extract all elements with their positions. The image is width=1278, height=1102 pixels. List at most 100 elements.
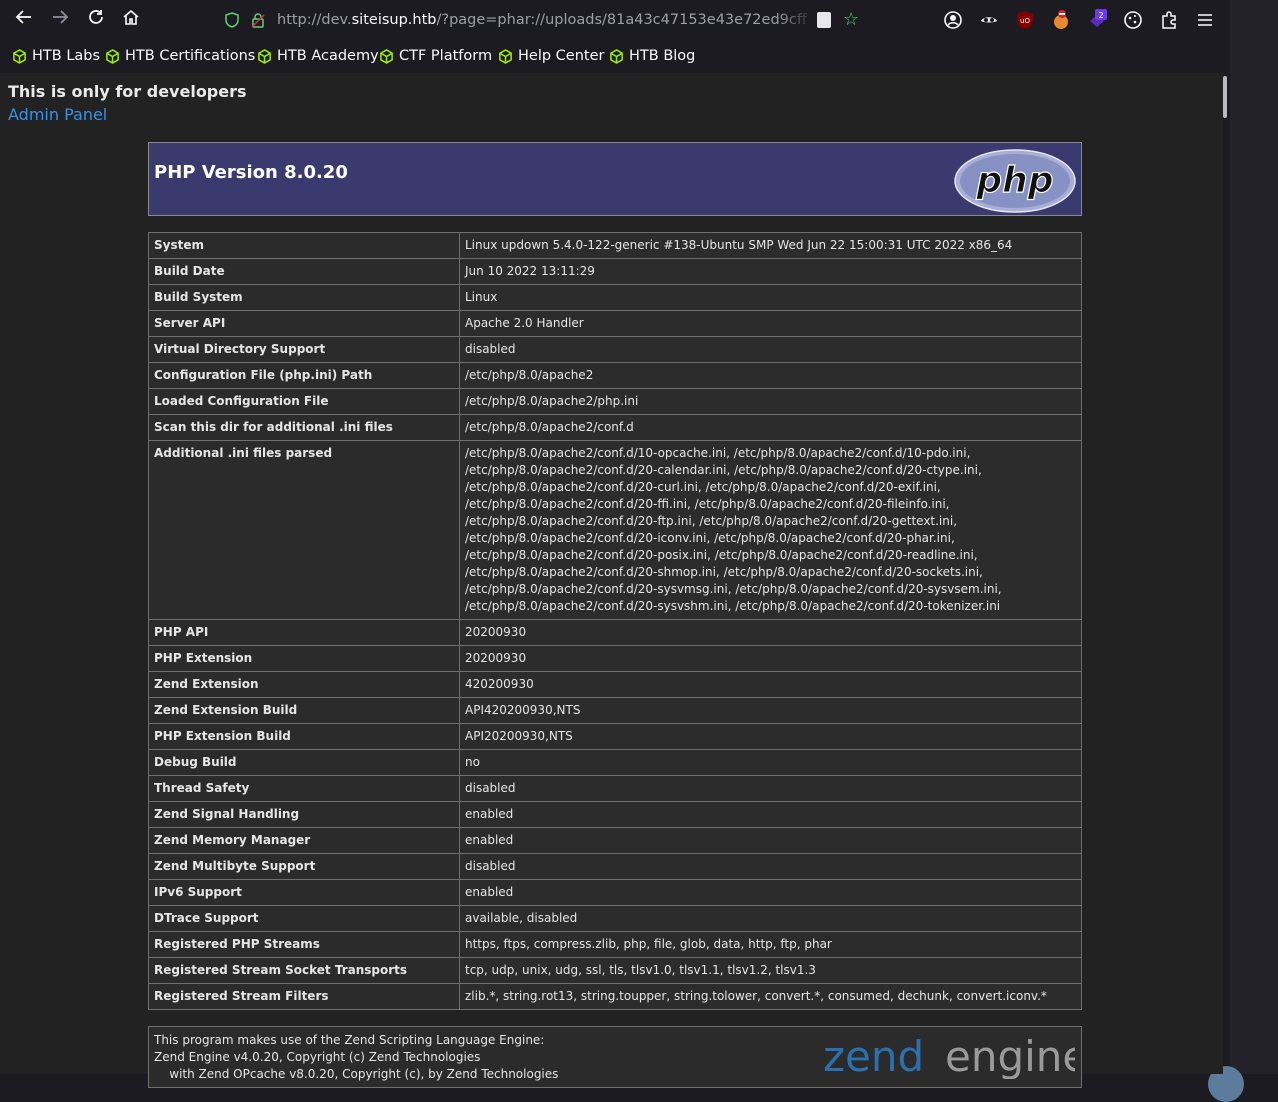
reload-icon xyxy=(89,10,103,24)
info-table-row: System Linux updown 5.4.0-122-generic #13… xyxy=(148,232,1082,259)
htb-cube-icon xyxy=(258,48,271,64)
bookmark-ctf-platform[interactable]: CTF Platform xyxy=(379,46,492,66)
php-info-table: System Linux updown 5.4.0-122-generic #13… xyxy=(148,232,1082,1010)
back-button[interactable] xyxy=(12,8,36,32)
info-value: enabled xyxy=(459,879,1082,906)
cookie-icon[interactable] xyxy=(1122,9,1144,31)
info-key: Zend Memory Manager xyxy=(148,827,460,854)
info-table-row: Build System Linux xyxy=(148,284,1082,311)
info-key: Zend Extension xyxy=(148,671,460,698)
info-key: DTrace Support xyxy=(148,905,460,932)
info-key: Registered Stream Filters xyxy=(148,983,460,1010)
info-value: Apache 2.0 Handler xyxy=(459,310,1082,337)
info-table-row: IPv6 Support enabled xyxy=(148,879,1082,906)
bookmark-label: Help Center xyxy=(518,48,605,64)
info-value: zlib.*, string.rot13, string.toupper, st… xyxy=(459,983,1082,1010)
info-table-row: Loaded Configuration File/etc/php/8.0/ap… xyxy=(148,388,1082,415)
info-value: disabled xyxy=(459,336,1082,363)
info-value: available, disabled xyxy=(459,905,1082,932)
info-table-row: Build Date Jun 10 2022 13:11:29 xyxy=(148,258,1082,285)
home-icon xyxy=(123,9,139,25)
bookmark-htb-blog[interactable]: HTB Blog xyxy=(609,46,695,66)
info-value: API420200930,NTS xyxy=(459,697,1082,724)
hamburger-menu-icon[interactable] xyxy=(1194,9,1216,31)
extension-disguise-icon[interactable] xyxy=(978,9,1000,31)
info-value: Jun 10 2022 13:11:29 xyxy=(459,258,1082,285)
info-table-row: Zend Signal Handling enabled xyxy=(148,801,1082,828)
home-button[interactable] xyxy=(119,8,143,32)
forward-button[interactable] xyxy=(48,8,72,32)
forward-arrow-icon xyxy=(53,10,69,24)
info-table-row: Registered PHP Streams https, ftps, compr… xyxy=(148,931,1082,958)
info-key: System xyxy=(148,232,460,259)
info-value: enabled xyxy=(459,827,1082,854)
page-content: This is only for developers Admin Panel … xyxy=(0,73,1223,1088)
info-value: /etc/php/8.0/apache2/conf.d xyxy=(459,414,1082,441)
bookmark-help-center[interactable]: Help Center xyxy=(498,46,604,66)
info-value: Linux xyxy=(459,284,1082,311)
info-key: Server API xyxy=(148,310,460,337)
info-key: Configuration File (php.ini) Path xyxy=(148,362,460,389)
info-key: Debug Build xyxy=(148,749,460,776)
reload-button[interactable] xyxy=(84,8,108,32)
wappalyzer-icon[interactable]: 2 xyxy=(1086,9,1108,31)
php-logo-text: php xyxy=(975,160,1053,201)
info-table-row: Configuration File (php.ini) Path/etc/ph… xyxy=(148,362,1082,389)
php-logo[interactable]: php xyxy=(954,149,1076,213)
foxyproxy-icon[interactable] xyxy=(1050,9,1072,31)
zend-engine-text: This program makes use of the Zend Scrip… xyxy=(154,1033,559,1081)
account-icon[interactable] xyxy=(942,9,964,31)
info-table-row: Virtual Directory Support disabled xyxy=(148,336,1082,363)
htb-cube-icon xyxy=(499,48,512,64)
url-bar[interactable]: http://dev.siteisup.htb/?page=phar://upl… xyxy=(216,4,876,36)
info-table-row: Debug Build no xyxy=(148,749,1082,776)
bookmark-star-icon[interactable]: ☆ xyxy=(843,9,859,31)
zend-engine-logo[interactable]: zend engine xyxy=(823,1033,1075,1079)
info-table-row: Server API Apache 2.0 Handler xyxy=(148,310,1082,337)
bookmark-htb-labs[interactable]: HTB Labs xyxy=(12,46,100,66)
back-arrow-icon xyxy=(15,10,31,24)
htb-cube-icon xyxy=(610,48,623,64)
bookmarks-toolbar: HTB Labs HTB Certifications HTB Academy … xyxy=(0,40,1230,73)
info-value: /etc/php/8.0/apache2/conf.d/10-opcache.i… xyxy=(459,440,1082,620)
scrollbar-thumb[interactable] xyxy=(1223,76,1227,118)
bookmark-label: CTF Platform xyxy=(399,48,493,64)
info-key: Build System xyxy=(148,284,460,311)
info-key: Thread Safety xyxy=(148,775,460,802)
bookmark-htb-academy[interactable]: HTB Academy xyxy=(257,46,379,66)
ublock-origin-icon[interactable]: uO xyxy=(1014,9,1036,31)
info-table-row: PHP Extension 20200930 xyxy=(148,645,1082,672)
php-version-header: PHP Version 8.0.20 php xyxy=(148,142,1082,216)
bookmark-label: HTB Academy xyxy=(277,48,379,64)
extensions-puzzle-icon[interactable] xyxy=(1158,9,1180,31)
info-value: enabled xyxy=(459,801,1082,828)
tracking-protection-shield-icon[interactable] xyxy=(224,12,240,28)
info-value: /etc/php/8.0/apache2 xyxy=(459,362,1082,389)
info-key: PHP Extension Build xyxy=(148,723,460,750)
info-key: Scan this dir for additional .ini files xyxy=(148,414,460,441)
info-value: 20200930 xyxy=(459,645,1082,672)
info-value: /etc/php/8.0/apache2/php.ini xyxy=(459,388,1082,415)
info-value: disabled xyxy=(459,775,1082,802)
insecure-lock-icon[interactable] xyxy=(250,12,266,28)
admin-panel-link[interactable]: Admin Panel xyxy=(8,105,107,124)
info-value: disabled xyxy=(459,853,1082,880)
info-table-row: DTrace Support available, disabled xyxy=(148,905,1082,932)
bookmark-htb-certifications[interactable]: HTB Certifications xyxy=(105,46,255,66)
info-table-row: PHP Extension Build API20200930,NTS xyxy=(148,723,1082,750)
info-value: 420200930 xyxy=(459,671,1082,698)
info-key: IPv6 Support xyxy=(148,879,460,906)
phpinfo-container: PHP Version 8.0.20 php System Linux updow… xyxy=(148,142,1082,1088)
developer-notice: This is only for developers xyxy=(8,82,247,101)
zend-logo-word: zend xyxy=(823,1033,924,1079)
scrollbar-track[interactable] xyxy=(1230,0,1278,1074)
info-table-row: Additional .ini files parsed/etc/php/8.0… xyxy=(148,440,1082,620)
info-key: Zend Extension Build xyxy=(148,697,460,724)
reader-view-icon[interactable] xyxy=(817,12,831,28)
zend-engine-box: This program makes use of the Zend Scrip… xyxy=(148,1026,1082,1088)
htb-cube-icon xyxy=(13,48,26,64)
info-value: https, ftps, compress.zlib, php, file, g… xyxy=(459,931,1082,958)
info-key: Zend Multibyte Support xyxy=(148,853,460,880)
url-text[interactable]: http://dev.siteisup.htb/?page=phar://upl… xyxy=(277,10,807,30)
info-table-row: Zend Extension Build API420200930,NTS xyxy=(148,697,1082,724)
